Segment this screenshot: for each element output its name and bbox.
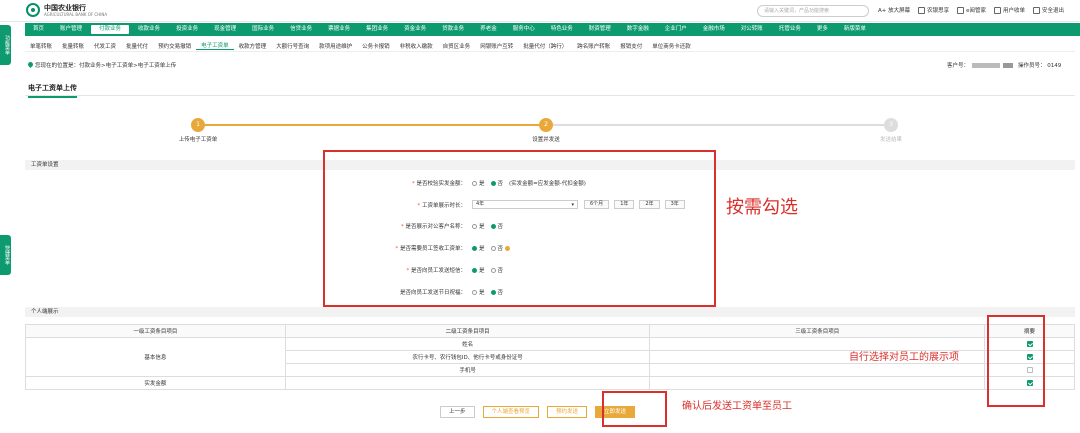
logout-icon <box>1033 6 1041 14</box>
progress-steps: 1 上传电子工资单 2 设置并发送 3 发送结果 <box>179 118 902 148</box>
nav-item-19[interactable]: 对公转账 <box>733 23 771 36</box>
sub-nav: 单笔转账 批量转账 代发工资 批量代付 预约交易撤销 电子工资单 收款方管理 大额行号查询 款项… <box>25 40 1075 52</box>
location-icon <box>26 60 35 69</box>
logout-link[interactable]: 安全退出 <box>1033 6 1064 14</box>
nav-item-3[interactable]: 收款业务 <box>130 23 168 36</box>
nav-item-20[interactable]: 托管业务 <box>771 23 809 36</box>
subnav-item-6[interactable]: 收款方管理 <box>234 42 272 50</box>
step-upload: 1 上传电子工资单 <box>168 118 228 143</box>
abc-think-link[interactable]: 农银思享 <box>918 6 949 14</box>
preview-button[interactable]: 个人端查看预览 <box>482 406 540 418</box>
table-row: 实发金额 <box>25 376 1075 390</box>
zoom-link[interactable]: A+ 放大屏幕 <box>878 6 910 14</box>
quick-menu-tab[interactable]: 快捷菜单 <box>0 235 11 275</box>
step-result: 3 发送结果 <box>861 118 921 143</box>
nav-item-2[interactable]: 付款业务 <box>90 24 131 35</box>
subnav-item-10[interactable]: 非税收入缴款 <box>395 42 438 50</box>
nav-item-15[interactable]: 财资管理 <box>581 23 619 36</box>
top-bar: 中国农业银行 AGRICULTURAL BANK OF CHINA 请输入关键词… <box>0 0 1080 22</box>
subnav-item-3[interactable]: 批量代付 <box>121 42 153 50</box>
table-header-row: 一级工资条目项目 二级工资条目项目 三级工资条目项目 摘要 <box>25 324 1075 338</box>
annotation-select-as-needed: 按需勾选 <box>726 197 798 218</box>
nav-item-16[interactable]: 数字金融 <box>619 23 657 36</box>
step-settings: 2 设置并发送 <box>516 118 576 143</box>
nav-item-8[interactable]: 票据业务 <box>320 23 358 36</box>
step-line-done <box>198 124 546 126</box>
bank-logo[interactable]: 中国农业银行 AGRICULTURAL BANK OF CHINA <box>26 3 107 17</box>
breadcrumb: 您现在的位置是：付款业务>电子工资单>电子工资单上传 <box>26 60 176 69</box>
subnav-item-14[interactable]: 跨名账户转账 <box>572 42 615 50</box>
top-links: A+ 放大屏幕 农银思享 e阅管家 用户收单 安全退出 <box>878 6 1064 14</box>
nav-item-22[interactable]: 新版菜单 <box>836 23 874 36</box>
item-name: 姓名 <box>284 337 651 351</box>
nav-item-18[interactable]: 金融市场 <box>695 23 733 36</box>
subnav-item-7[interactable]: 大额行号查询 <box>271 42 314 50</box>
group-basic-info: 基本信息 <box>25 337 286 377</box>
divider <box>25 95 1075 96</box>
subnav-item-5[interactable]: 电子工资单 <box>196 41 234 50</box>
col-level2: 二级工资条目项目 <box>284 324 651 338</box>
subnav-item-8[interactable]: 款项用途维护 <box>314 42 357 50</box>
nav-item-0[interactable]: 首页 <box>25 23 52 36</box>
col-level1: 一级工资条目项目 <box>25 324 286 338</box>
user-icon <box>994 6 1002 14</box>
chat-icon <box>918 6 926 14</box>
item-paid-amount: 实发金额 <box>25 376 286 390</box>
nav-item-12[interactable]: 养老金 <box>472 23 505 36</box>
subnav-item-13[interactable]: 批量代付（跨行） <box>518 42 572 50</box>
nav-item-1[interactable]: 账户管理 <box>52 23 90 36</box>
annotation-box-form <box>323 150 716 307</box>
masked-customer-id-tail <box>1003 63 1014 68</box>
nav-item-4[interactable]: 投资业务 <box>168 23 206 36</box>
nav-item-21[interactable]: 更多 <box>809 23 836 36</box>
annotation-confirm-send: 确认后发送工资单至员工 <box>682 401 792 412</box>
annotation-box-checkboxes <box>987 315 1045 407</box>
nav-item-10[interactable]: 资金业务 <box>396 23 434 36</box>
account-info: 客户号： 操作员号： 0149 <box>947 63 1062 69</box>
nav-item-5[interactable]: 现金管理 <box>206 23 244 36</box>
item-card-number: 农行卡号、农行钱包ID、他行卡号或身份证号 <box>284 350 651 364</box>
subnav-item-12[interactable]: 网银账户互转 <box>475 42 518 50</box>
nav-item-17[interactable]: 企业门户 <box>657 23 695 36</box>
prev-step-button[interactable]: 上一步 <box>440 406 475 418</box>
e-reader-link[interactable]: e阅管家 <box>957 6 986 14</box>
nav-item-13[interactable]: 服务中心 <box>505 23 543 36</box>
nav-item-7[interactable]: 信贷业务 <box>282 23 320 36</box>
nav-item-6[interactable]: 国际业务 <box>244 23 282 36</box>
subnav-item-0[interactable]: 单笔转账 <box>25 42 57 50</box>
col-level3: 三级工资条目项目 <box>649 324 986 338</box>
abc-logo-icon <box>26 3 40 17</box>
book-icon <box>957 6 965 14</box>
nav-item-9[interactable]: 集团业务 <box>358 23 396 36</box>
user-receipt-link[interactable]: 用户收单 <box>994 6 1025 14</box>
function-menu-tab[interactable]: 功能菜单 <box>0 25 11 65</box>
bank-name: 中国农业银行 <box>44 3 86 12</box>
annotation-choose-display: 自行选择对员工的展示项 <box>849 352 959 363</box>
search-input[interactable]: 请输入关键词，产品功能搜索 <box>757 5 869 17</box>
nav-item-11[interactable]: 贷款业务 <box>434 23 472 36</box>
section-personal-display: 个人端展示 <box>25 307 1075 317</box>
item-phone: 手机号 <box>284 363 651 377</box>
subnav-item-11[interactable]: 自贸区业务 <box>438 42 476 50</box>
bank-sub: AGRICULTURAL BANK OF CHINA <box>44 11 108 17</box>
schedule-send-button[interactable]: 预约发送 <box>547 406 588 418</box>
subnav-item-16[interactable]: 单位商务卡还款 <box>647 42 696 50</box>
subnav-item-4[interactable]: 预约交易撤销 <box>153 42 196 50</box>
annotation-box-send <box>602 391 667 427</box>
subnav-item-9[interactable]: 公务卡报销 <box>357 42 395 50</box>
masked-customer-id <box>972 63 1001 68</box>
subnav-item-15[interactable]: 报销支付 <box>615 42 647 50</box>
nav-item-14[interactable]: 特色业务 <box>543 23 581 36</box>
subnav-item-2[interactable]: 代发工资 <box>89 42 121 50</box>
step-line-todo <box>546 124 891 126</box>
subnav-item-1[interactable]: 批量转账 <box>57 42 89 50</box>
main-nav: 首页 账户管理 付款业务 收款业务 投资业务 现金管理 国际业务 信贷业务 票据业务 集团业务 资金… <box>25 23 1080 36</box>
